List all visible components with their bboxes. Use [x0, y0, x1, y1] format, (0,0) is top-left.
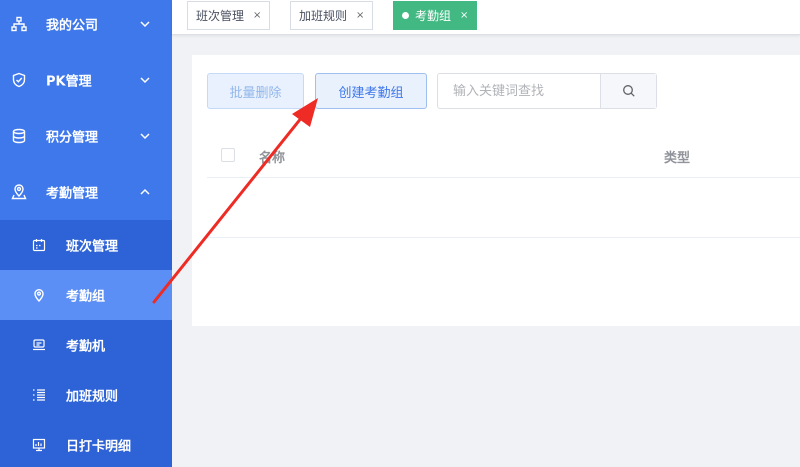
submenu-item-daily-punch-details[interactable]: 日打卡明细 — [0, 420, 172, 467]
chevron-down-icon — [140, 21, 150, 28]
shield-icon — [12, 72, 26, 88]
select-all-checkbox[interactable] — [221, 148, 235, 162]
menu-label-points-management: 积分管理 — [46, 130, 99, 146]
menu-item-pk-management[interactable]: PK管理 — [0, 52, 172, 108]
tab-label: 班次管理 — [196, 9, 245, 23]
search-input[interactable] — [438, 74, 600, 108]
map-pin-icon — [34, 289, 44, 302]
tabs-bar: 班次管理 × 加班规则 × 考勤组 × — [172, 0, 800, 35]
monitor-chart-icon — [32, 438, 46, 452]
chevron-up-icon — [140, 188, 150, 195]
submenu-label-overtime-rules: 加班规则 — [66, 389, 119, 405]
tab-overtime-rules[interactable]: 加班规则 × — [290, 1, 374, 30]
tab-shift-management[interactable]: 班次管理 × — [187, 1, 271, 30]
menu-label-my-company: 我的公司 — [46, 18, 99, 34]
submenu-label-attendance-machine: 考勤机 — [66, 339, 106, 355]
table-header: 名称 类型 — [207, 133, 800, 178]
batch-delete-button[interactable]: 批量删除 — [207, 73, 304, 109]
menu-item-my-company[interactable]: 我的公司 — [0, 0, 172, 52]
submenu-item-attendance-machine[interactable]: 考勤机 — [0, 320, 172, 370]
content-card: 批量删除 创建考勤组 名称 类型 — [192, 55, 800, 326]
attendance-machine-icon — [33, 339, 45, 351]
active-dot-icon — [402, 12, 409, 19]
tab-label: 加班规则 — [299, 9, 348, 23]
close-icon[interactable]: × — [460, 10, 468, 21]
tab-attendance-group[interactable]: 考勤组 × — [393, 1, 478, 30]
menu-item-points-management[interactable]: 积分管理 — [0, 108, 172, 164]
chevron-down-icon — [140, 133, 150, 140]
database-icon — [12, 128, 26, 144]
organization-icon — [11, 16, 27, 32]
calendar-icon — [32, 239, 46, 252]
tab-label: 考勤组 — [415, 9, 452, 23]
submenu-item-overtime-rules[interactable]: 加班规则 — [0, 370, 172, 420]
search-icon — [622, 85, 635, 97]
close-icon[interactable]: × — [253, 10, 261, 21]
location-pin-icon — [11, 184, 27, 200]
submenu-label-daily-punch-details: 日打卡明细 — [66, 439, 132, 455]
table-body-empty — [207, 178, 800, 238]
list-icon — [33, 389, 45, 401]
attendance-submenu: 班次管理 考勤组 考勤机 加班规则 日打卡明细 — [0, 220, 172, 467]
close-icon[interactable]: × — [356, 10, 364, 21]
menu-item-attendance-management[interactable]: 考勤管理 — [0, 164, 172, 220]
submenu-label-attendance-group: 考勤组 — [66, 289, 106, 305]
create-attendance-group-button[interactable]: 创建考勤组 — [315, 73, 427, 109]
submenu-item-attendance-group[interactable]: 考勤组 — [0, 270, 172, 320]
column-header-type: 类型 — [664, 151, 691, 166]
menu-label-attendance-management: 考勤管理 — [46, 186, 99, 202]
menu-label-pk-management: PK管理 — [46, 74, 92, 90]
column-header-name: 名称 — [259, 151, 286, 166]
chevron-down-icon — [140, 77, 150, 84]
sidebar: 我的公司 PK管理 积分管理 考勤管理 班次管理 考勤组 考勤机 加班规则 日打… — [0, 0, 172, 467]
submenu-label-shift-management: 班次管理 — [66, 239, 119, 255]
submenu-item-shift-management[interactable]: 班次管理 — [0, 220, 172, 270]
search-box — [437, 73, 657, 109]
search-button[interactable] — [600, 74, 656, 108]
